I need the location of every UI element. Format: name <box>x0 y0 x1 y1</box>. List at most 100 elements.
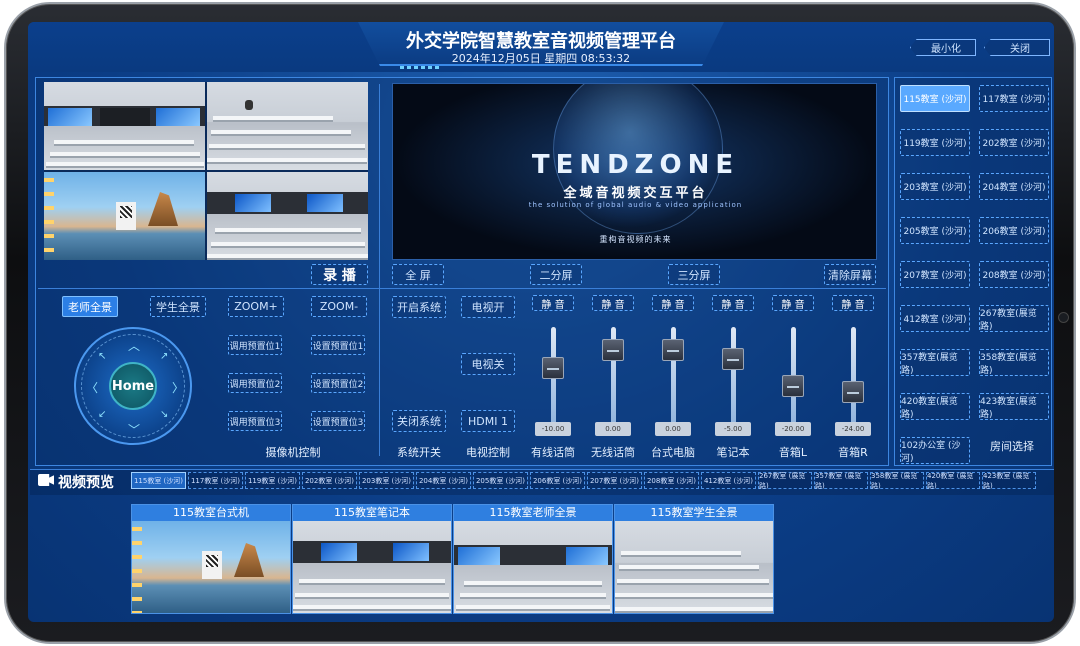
room-button[interactable]: 205教室 (沙河) <box>900 217 970 244</box>
slider-knob[interactable] <box>842 380 864 403</box>
preview-tab[interactable]: 204教室 (沙河) <box>416 472 471 489</box>
split3-button[interactable]: 三分屏 <box>668 264 720 285</box>
hdmi-button[interactable]: HDMI 1 <box>461 410 515 432</box>
mute-button[interactable]: 静 音 <box>832 295 874 311</box>
preview-tab[interactable]: 267教室 (展览路) <box>758 472 812 490</box>
minimize-button[interactable]: 最小化 <box>910 39 976 56</box>
minimize-label: 最小化 <box>931 44 961 55</box>
preview-tab[interactable]: 207教室 (沙河) <box>587 472 642 489</box>
volume-slider[interactable]: 0.00 <box>585 315 641 443</box>
room-button[interactable]: 423教室(展览路) <box>979 393 1049 420</box>
preview-tab[interactable]: 412教室 (沙河) <box>701 472 756 489</box>
room-button[interactable]: 208教室 (沙河) <box>979 261 1049 288</box>
feed-115-desktop[interactable]: 115教室台式机 <box>131 504 291 614</box>
tv-off-button[interactable]: 电视关 <box>461 353 515 375</box>
slider-knob[interactable] <box>542 357 564 380</box>
clear-screen-button[interactable]: 清除屏幕 <box>824 264 876 285</box>
preview-tab-label: 420教室 (展览路) <box>927 471 974 490</box>
student-full-button[interactable]: 学生全景 <box>150 296 206 317</box>
preview-tab[interactable]: 208教室 (沙河) <box>644 472 699 489</box>
system-off-button[interactable]: 关闭系统 <box>392 410 446 432</box>
tv-on-button[interactable]: 电视开 <box>461 296 515 318</box>
preview-tab[interactable]: 206教室 (沙河) <box>530 472 585 489</box>
room-button[interactable]: 207教室 (沙河) <box>900 261 970 288</box>
call-preset2-button[interactable]: 调用预置位2 <box>228 373 282 393</box>
preview-rear-cam[interactable] <box>207 82 368 170</box>
room-label: 119教室 (沙河) <box>903 139 967 149</box>
arrow-up-right-icon[interactable]: ↗ <box>160 351 168 362</box>
room-button[interactable]: 267教室(展览路) <box>979 305 1049 332</box>
room-button[interactable]: 420教室(展览路) <box>900 393 970 420</box>
mute-button[interactable]: 静 音 <box>592 295 634 311</box>
volume-slider[interactable]: -5.00 <box>705 315 761 443</box>
set-preset3-button[interactable]: 设置预置位3 <box>311 411 365 431</box>
room-button[interactable]: 115教室 (沙河) <box>900 85 970 112</box>
room-button[interactable]: 206教室 (沙河) <box>979 217 1049 244</box>
zoom-out-button[interactable]: ZOOM- <box>311 296 367 317</box>
room-label: 204教室 (沙河) <box>982 183 1046 193</box>
feed-label: 115教室台式机 <box>132 505 290 521</box>
preview-tab[interactable]: 205教室 (沙河) <box>473 472 528 489</box>
feed-115-students[interactable]: 115教室学生全景 <box>614 504 774 614</box>
volume-slider[interactable]: -24.00 <box>825 315 881 443</box>
preview-front-cam[interactable] <box>44 82 205 170</box>
feed-115-laptop[interactable]: 115教室笔记本 <box>292 504 452 614</box>
tendzone-logo: TENDZONE <box>531 150 740 180</box>
room-button[interactable]: 202教室 (沙河) <box>979 129 1049 156</box>
mute-button[interactable]: 静 音 <box>652 295 694 311</box>
preview-desktop[interactable] <box>44 172 205 260</box>
arrow-down-left-icon[interactable]: ↙ <box>98 409 106 420</box>
arrow-left-icon[interactable]: 〈 <box>86 379 98 396</box>
fullscreen-button[interactable]: 全 屏 <box>392 264 444 285</box>
arrow-up-left-icon[interactable]: ↖ <box>98 351 106 362</box>
set-preset2-button[interactable]: 设置预置位2 <box>311 373 365 393</box>
arrow-right-icon[interactable]: 〉 <box>172 379 184 396</box>
slider-knob[interactable] <box>602 339 624 362</box>
preview-tab[interactable]: 357教室 (展览路) <box>814 472 868 490</box>
zoom-out-label: ZOOM- <box>319 300 359 313</box>
slider-knob[interactable] <box>722 348 744 371</box>
arrow-down-right-icon[interactable]: ↘ <box>160 409 168 420</box>
preview-tab[interactable]: 358教室 (展览路) <box>870 472 924 490</box>
arrow-up-icon[interactable]: ︿ <box>128 337 140 354</box>
split2-button[interactable]: 二分屏 <box>530 264 582 285</box>
room-button[interactable]: 357教室(展览路) <box>900 349 970 376</box>
teacher-full-button[interactable]: 老师全景 <box>62 296 118 317</box>
preview-tab[interactable]: 202教室 (沙河) <box>302 472 357 489</box>
volume-value: 0.00 <box>655 422 691 436</box>
system-on-button[interactable]: 开启系统 <box>392 296 446 318</box>
preview-tab[interactable]: 420教室 (展览路) <box>926 471 980 490</box>
close-button[interactable]: 关闭 <box>984 39 1050 56</box>
feed-115-teacher[interactable]: 115教室老师全景 <box>453 504 613 614</box>
volume-slider[interactable]: -10.00 <box>525 315 581 443</box>
room-button[interactable]: 117教室 (沙河) <box>979 85 1049 112</box>
call-preset3-button[interactable]: 调用预置位3 <box>228 411 282 431</box>
room-button[interactable]: 412教室 (沙河) <box>900 305 970 332</box>
preview-tab[interactable]: 115教室 (沙河) <box>131 472 186 489</box>
room-button[interactable]: 102办公室 (沙河) <box>900 437 970 464</box>
zoom-in-button[interactable]: ZOOM+ <box>228 296 284 317</box>
panel-divider-h <box>38 288 886 289</box>
mute-button[interactable]: 静 音 <box>772 295 814 311</box>
arrow-down-icon[interactable]: ﹀ <box>128 421 140 438</box>
slider-knob[interactable] <box>662 339 684 362</box>
preview-tab[interactable]: 423教室 (展览路) <box>982 472 1036 490</box>
ptz-dpad: ︿ ﹀ 〈 〉 ↖ ↗ ↙ ↘ Home <box>74 327 192 445</box>
preview-tab[interactable]: 119教室 (沙河) <box>245 472 300 489</box>
home-button[interactable]: Home <box>109 362 157 410</box>
volume-slider[interactable]: -20.00 <box>765 315 821 443</box>
room-button[interactable]: 358教室(展览路) <box>979 349 1049 376</box>
mute-button[interactable]: 静 音 <box>532 295 574 311</box>
slider-knob[interactable] <box>782 375 804 398</box>
preview-tab[interactable]: 203教室 (沙河) <box>359 472 414 489</box>
room-button[interactable]: 119教室 (沙河) <box>900 129 970 156</box>
room-button[interactable]: 204教室 (沙河) <box>979 173 1049 200</box>
mute-button[interactable]: 静 音 <box>712 295 754 311</box>
preview-laptop[interactable] <box>207 172 368 260</box>
preview-tab[interactable]: 117教室 (沙河) <box>188 472 243 489</box>
room-button[interactable]: 203教室 (沙河) <box>900 173 970 200</box>
volume-slider[interactable]: 0.00 <box>645 315 701 443</box>
record-button[interactable]: 录 播 <box>311 264 368 285</box>
call-preset1-button[interactable]: 调用预置位1 <box>228 335 282 355</box>
set-preset1-button[interactable]: 设置预置位1 <box>311 335 365 355</box>
